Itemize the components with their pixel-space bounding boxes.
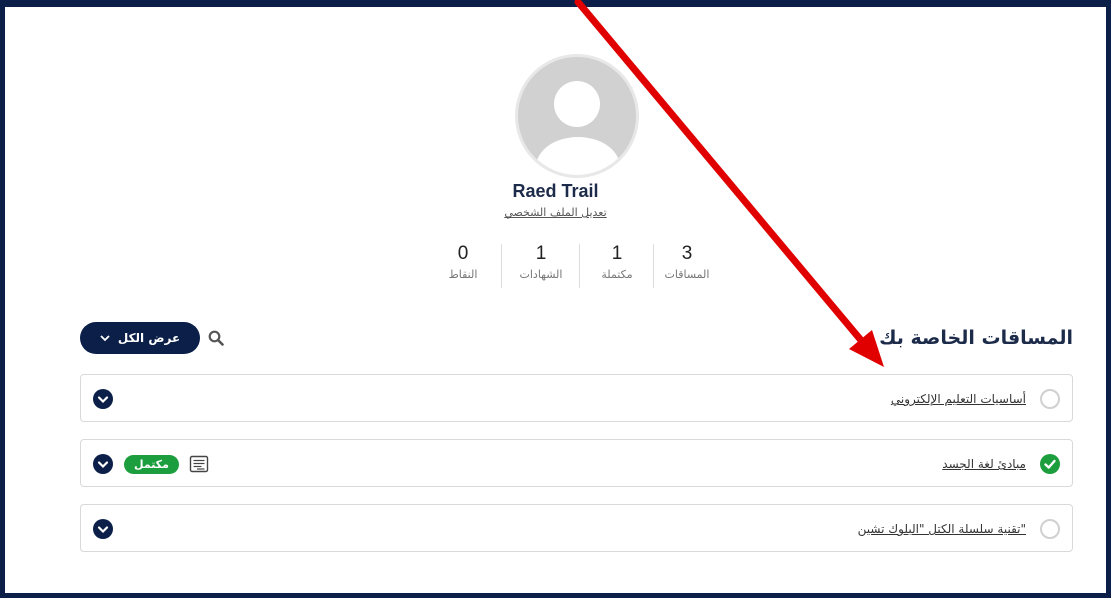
chevron-down-icon (97, 461, 109, 469)
avatar (515, 54, 639, 178)
stat-value: 1 (535, 243, 547, 264)
expand-chevron-button[interactable] (93, 454, 113, 474)
stat-divider (653, 244, 654, 288)
check-circle-icon (1040, 454, 1060, 474)
stat-label: مكتملة (601, 268, 633, 281)
expand-chevron-button[interactable] (93, 389, 113, 409)
edit-profile-link[interactable]: تعديل الملف الشخصي (0, 206, 1111, 219)
course-row[interactable]: أساسيات التعليم الإلكتروني (80, 374, 1073, 422)
avatar-shoulders-shape (536, 137, 620, 175)
profile-stats: 3 المساقات 1 مكتملة 1 الشهادات 0 النقاط (0, 242, 1111, 292)
status-circle-icon (1040, 389, 1060, 409)
search-icon[interactable] (208, 330, 224, 346)
courses-section-title: المساقات الخاصة بك (879, 327, 1073, 349)
course-row[interactable]: "تقنية سلسلة الكتل "البلوك تشين (80, 504, 1073, 552)
stat-value: 1 (611, 243, 623, 264)
stat-certificates: 1 الشهادات (506, 242, 576, 281)
expand-chevron-button[interactable] (93, 519, 113, 539)
course-title-link[interactable]: "تقنية سلسلة الكتل "البلوك تشين (858, 505, 1026, 553)
stat-divider (579, 244, 580, 288)
stat-value: 0 (457, 243, 469, 264)
stat-label: الشهادات (519, 268, 563, 281)
course-title-link[interactable]: أساسيات التعليم الإلكتروني (891, 375, 1026, 423)
stat-label: النقاط (448, 268, 478, 281)
chevron-down-icon (97, 526, 109, 534)
avatar-head-shape (554, 81, 600, 127)
stat-completed: 1 مكتملة (582, 242, 652, 281)
chevron-down-icon (97, 396, 109, 404)
status-circle-icon (1040, 519, 1060, 539)
certificate-icon[interactable] (189, 455, 209, 473)
checkmark-icon (1044, 459, 1056, 469)
stat-label: المساقات (664, 268, 710, 281)
stat-divider (501, 244, 502, 288)
stat-points: 0 النقاط (428, 242, 498, 281)
completed-badge: مكتمل (124, 455, 179, 474)
show-all-label: عرض الكل (117, 331, 181, 345)
course-row[interactable]: مبادئ لغة الجسد مكتمل (80, 439, 1073, 487)
user-name: Raed Trail (512, 181, 599, 201)
show-all-button[interactable]: عرض الكل (80, 322, 200, 354)
stat-value: 3 (681, 243, 693, 264)
course-title-link[interactable]: مبادئ لغة الجسد (942, 440, 1026, 488)
stat-courses: 3 المساقات (652, 242, 722, 281)
chevron-down-icon (100, 334, 110, 341)
